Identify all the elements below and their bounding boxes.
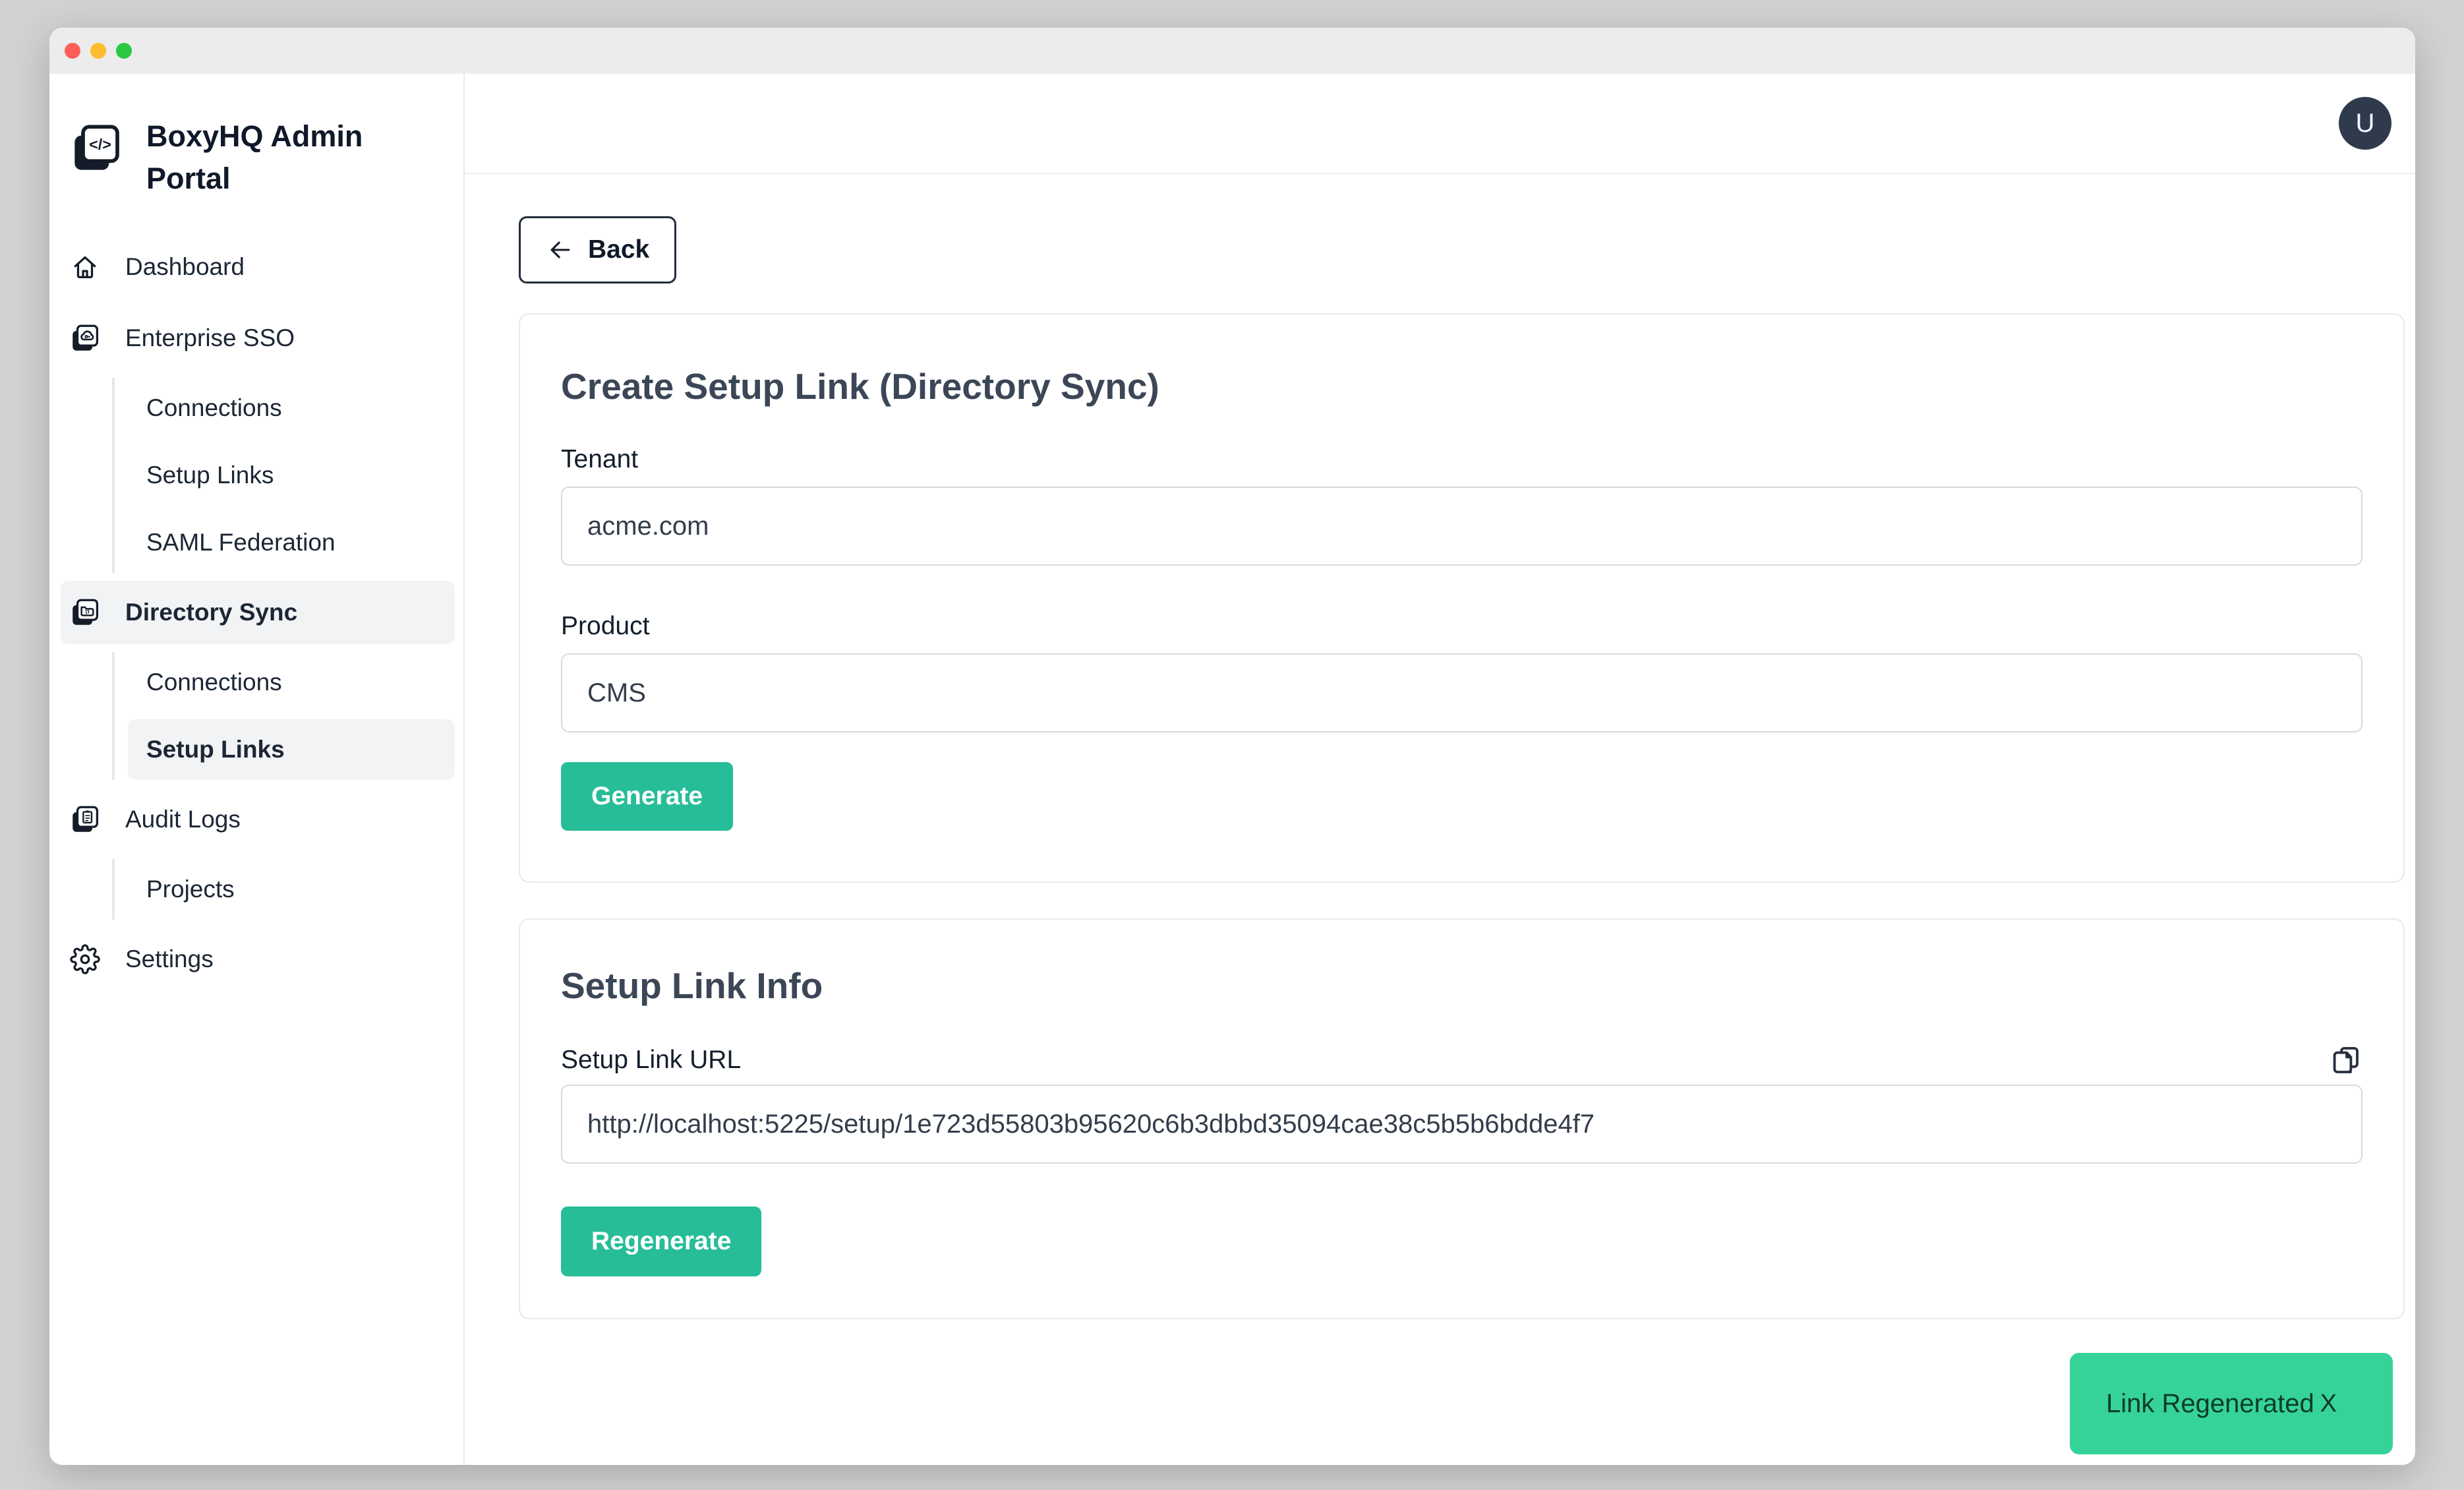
user-avatar[interactable]: U: [2339, 97, 2391, 150]
main-area: U Back Create Setup Link (Directory Sync…: [465, 74, 2415, 1465]
sidebar-item-label: Connections: [146, 669, 282, 696]
setup-link-url-label: Setup Link URL: [561, 1046, 741, 1075]
tenant-label: Tenant: [561, 445, 2362, 474]
product-input[interactable]: [561, 653, 2362, 732]
home-icon: [70, 252, 100, 282]
setup-link-info-card: Setup Link Info Setup Link URL: [519, 918, 2405, 1319]
sidebar-item-dsync-setup-links[interactable]: Setup Links: [128, 719, 455, 780]
traffic-light-close-button[interactable]: [65, 43, 80, 59]
toast-close-button[interactable]: X: [2320, 1390, 2337, 1418]
create-setup-link-card: Create Setup Link (Directory Sync) Tenan…: [519, 313, 2405, 883]
sidebar-item-label: Dashboard: [125, 253, 245, 281]
directory-sync-subgroup: Connections Setup Links: [112, 652, 455, 780]
back-button-label: Back: [588, 235, 649, 264]
enterprise-sso-icon: [70, 323, 100, 353]
sidebar-item-dsync-connections[interactable]: Connections: [128, 652, 455, 713]
boxyhq-logo-icon: </>: [70, 122, 123, 175]
settings-icon: [70, 944, 100, 974]
sidebar-item-label: Directory Sync: [125, 599, 297, 626]
sidebar: </> BoxyHQ Admin Portal Dashboard: [49, 74, 465, 1465]
sidebar-item-label: Setup Links: [146, 462, 274, 489]
regenerate-button[interactable]: Regenerate: [561, 1207, 761, 1276]
sidebar-item-label: Settings: [125, 945, 214, 973]
audit-logs-icon: [70, 804, 100, 835]
product-label: Product: [561, 612, 2362, 641]
sidebar-nav: Dashboard Enterprise SSO Connections: [49, 235, 463, 991]
traffic-light-zoom-button[interactable]: [116, 43, 132, 59]
sidebar-item-label: Setup Links: [146, 736, 285, 763]
toast-message: Link Regenerated: [2106, 1389, 2314, 1419]
traffic-light-minimize-button[interactable]: [90, 43, 106, 59]
directory-sync-icon: [70, 597, 100, 628]
tenant-input[interactable]: [561, 487, 2362, 566]
setup-link-url-row: Setup Link URL: [561, 1044, 2362, 1077]
sidebar-item-enterprise-sso[interactable]: Enterprise SSO: [61, 307, 455, 370]
info-card-title: Setup Link Info: [561, 965, 2362, 1007]
sidebar-item-projects[interactable]: Projects: [128, 859, 455, 920]
app-window: </> BoxyHQ Admin Portal Dashboard: [49, 28, 2415, 1465]
generate-button[interactable]: Generate: [561, 762, 733, 831]
window-titlebar: [49, 28, 2415, 74]
sidebar-item-audit-logs[interactable]: Audit Logs: [61, 788, 455, 851]
sidebar-item-dashboard[interactable]: Dashboard: [61, 235, 455, 299]
audit-logs-subgroup: Projects: [112, 859, 455, 920]
sidebar-item-sso-connections[interactable]: Connections: [128, 378, 455, 438]
sidebar-item-settings[interactable]: Settings: [61, 928, 455, 991]
sidebar-item-saml-federation[interactable]: SAML Federation: [128, 512, 455, 573]
sidebar-item-label: SAML Federation: [146, 529, 336, 556]
arrow-left-icon: [546, 235, 575, 264]
sidebar-item-label: Enterprise SSO: [125, 324, 295, 352]
setup-link-url-input[interactable]: [561, 1085, 2362, 1164]
copy-button[interactable]: [2330, 1044, 2362, 1077]
product-field: Product: [561, 612, 2362, 732]
page-content: Back Create Setup Link (Directory Sync) …: [465, 174, 2415, 1319]
app-title: BoxyHQ Admin Portal: [146, 115, 384, 200]
app-logo[interactable]: </> BoxyHQ Admin Portal: [70, 115, 463, 200]
back-button[interactable]: Back: [519, 216, 676, 283]
toast-notification: Link Regenerated X: [2070, 1353, 2393, 1454]
enterprise-sso-subgroup: Connections Setup Links SAML Federation: [112, 378, 455, 573]
sidebar-item-sso-setup-links[interactable]: Setup Links: [128, 445, 455, 506]
sidebar-item-label: Projects: [146, 876, 235, 903]
tenant-field: Tenant: [561, 445, 2362, 566]
create-card-title: Create Setup Link (Directory Sync): [561, 365, 2362, 407]
copy-icon: [2330, 1044, 2362, 1076]
sidebar-item-label: Connections: [146, 394, 282, 422]
main-header: U: [465, 74, 2415, 174]
sidebar-item-label: Audit Logs: [125, 806, 241, 833]
svg-text:</>: </>: [89, 136, 111, 153]
sidebar-item-directory-sync[interactable]: Directory Sync: [61, 581, 455, 644]
